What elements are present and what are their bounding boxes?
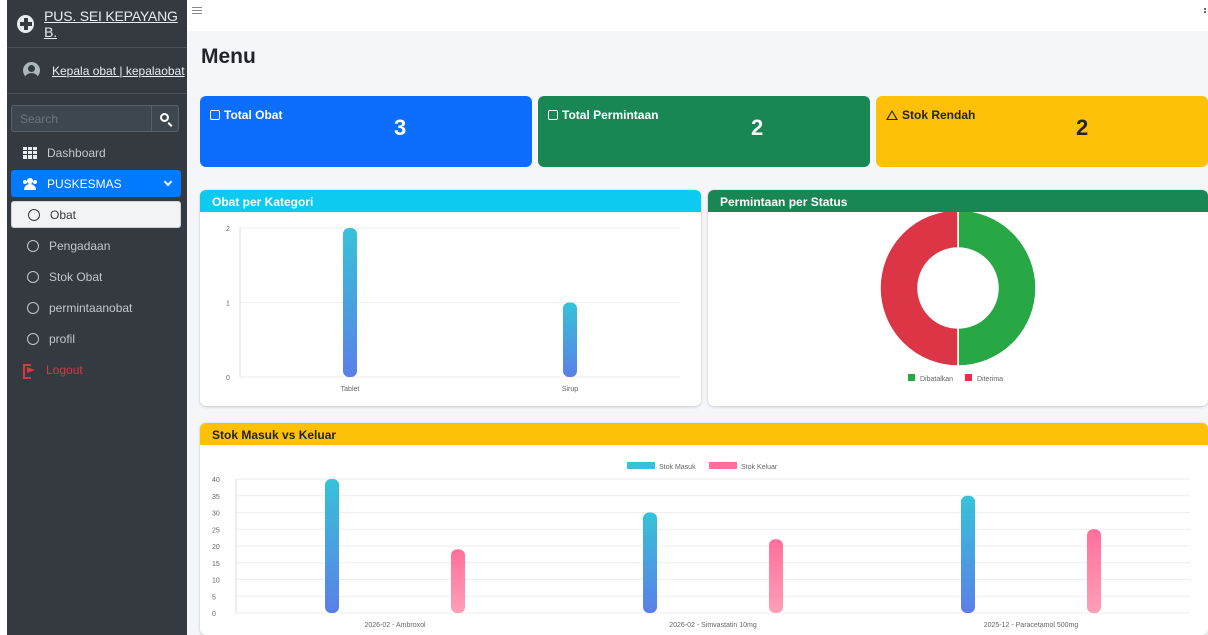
- y-tick-label: 1: [226, 301, 230, 308]
- bar: [1087, 529, 1101, 613]
- sidebar-nav: Dashboard PUSKESMAS Obat Pengadaan Stok …: [11, 139, 181, 387]
- more-options-icon[interactable]: [1204, 8, 1206, 10]
- stat-value: 2: [1076, 115, 1089, 140]
- legend-label: Stok Masuk: [659, 464, 696, 471]
- sidebar-item-permintaanobat[interactable]: permintaanobat: [11, 294, 181, 321]
- legend-swatch: [627, 462, 655, 469]
- sidebar-item-label: PUSKESMAS: [47, 176, 122, 191]
- y-tick-label: 0: [212, 611, 216, 618]
- sidebar-item-label: Logout: [46, 362, 83, 377]
- user-name: Kepala obat | kepalaobat: [52, 63, 185, 78]
- sidebar-item-puskesmas[interactable]: PUSKESMAS: [11, 170, 181, 197]
- y-tick-label: 40: [212, 477, 220, 484]
- stat-label: Total Permintaan: [562, 108, 659, 122]
- clipboard-icon: [548, 110, 558, 120]
- sidebar-item-label: Dashboard: [47, 145, 106, 160]
- y-tick-label: 25: [212, 527, 220, 534]
- y-tick-label: 10: [212, 578, 220, 585]
- sidebar-item-profil[interactable]: profil: [11, 325, 181, 352]
- card-title: Stok Masuk vs Keluar: [200, 423, 1208, 445]
- x-tick-label: Sirup: [562, 386, 578, 393]
- x-tick-label: Tablet: [341, 386, 360, 393]
- sidebar-item-label: Obat: [50, 207, 77, 222]
- sidebar-item-label: permintaanobat: [49, 300, 133, 315]
- y-tick-label: 20: [212, 544, 220, 551]
- doughnut-slice: [957, 212, 1037, 367]
- sidebar-item-pengadaan[interactable]: Pengadaan: [11, 232, 181, 259]
- stat-stok-rendah: Stok Rendah 2: [876, 96, 1208, 167]
- sidebar-item-logout[interactable]: Logout: [11, 356, 181, 383]
- legend-swatch: [965, 374, 972, 381]
- bar: [563, 302, 577, 377]
- bar: [451, 549, 465, 613]
- search-icon: [160, 113, 169, 122]
- stat-total-permintaan: Total Permintaan 2: [538, 96, 870, 167]
- sidebar-item-label: Pengadaan: [49, 238, 111, 253]
- legend-label: Stok Keluar: [741, 464, 778, 471]
- logout-icon: [23, 364, 36, 379]
- sidebar-search: Search: [11, 105, 179, 132]
- sidebar-item-dashboard[interactable]: Dashboard: [11, 139, 181, 166]
- sidebar-item-stok-obat[interactable]: Stok Obat: [11, 263, 181, 290]
- y-tick-label: 0: [226, 375, 230, 382]
- stat-label: Total Obat: [224, 108, 283, 122]
- brand-name: PUS. SEI KEPAYANG B.: [44, 7, 178, 40]
- stat-label: Stok Rendah: [902, 108, 976, 122]
- legend-label: Dibatalkan: [920, 376, 953, 383]
- sidebar: PUS. SEI KEPAYANG B. Kepala obat | kepal…: [7, 0, 187, 635]
- main-content: Menu Total Obat 3 Total Permintaan 2 Sto…: [187, 31, 1208, 635]
- legend-swatch: [908, 374, 915, 381]
- x-tick-label: 2026-02 - Simvastatin 10mg: [669, 622, 757, 629]
- doughnut-chart-permintaan-status: Dibatalkan Diterima: [879, 212, 1037, 383]
- user-panel[interactable]: Kepala obat | kepalaobat: [7, 48, 187, 94]
- chart-card-permintaan-status: Permintaan per Status Dibatalkan Diterima: [708, 190, 1208, 406]
- bar-chart-stok: 0 5 10 15 20 25 30 35 40 Stok Masuk Stok Keluar 202…: [212, 462, 1190, 629]
- y-tick-label: 2: [226, 226, 230, 233]
- y-tick-label: 30: [212, 511, 220, 518]
- users-icon: [23, 177, 37, 190]
- card-title: Obat per Kategori: [200, 190, 701, 212]
- bar: [643, 512, 657, 613]
- y-tick-label: 35: [212, 494, 220, 501]
- card-title: Permintaan per Status: [708, 190, 1208, 212]
- sidebar-item-obat[interactable]: Obat: [11, 201, 181, 228]
- x-tick-label: 2026-02 - Ambroxol: [364, 622, 426, 629]
- doughnut-slice: [879, 212, 959, 367]
- x-tick-label: 2025-12 - Paracetamol 500mg: [984, 622, 1079, 629]
- y-tick-label: 15: [212, 561, 220, 568]
- page-title: Menu: [201, 45, 256, 68]
- circle-icon: [27, 239, 39, 252]
- chart-card-obat-kategori: Obat per Kategori 0 1 2 Tablet Sirup: [200, 190, 701, 406]
- legend-label: Diterima: [977, 376, 1003, 383]
- circle-icon: [27, 301, 39, 314]
- bar: [325, 479, 339, 613]
- search-button[interactable]: [151, 105, 179, 132]
- chart-card-stok: Stok Masuk vs Keluar 0 5 10 15 20 25 30 35 40 Sto…: [200, 423, 1208, 635]
- bar-chart-obat-kategori: 0 1 2 Tablet Sirup: [226, 226, 680, 393]
- grid-icon: [23, 146, 37, 159]
- stat-value: 2: [751, 115, 764, 140]
- circle-icon: [27, 332, 39, 345]
- chevron-down-icon: [163, 177, 173, 187]
- sidebar-item-label: profil: [49, 331, 76, 346]
- menu-toggle-icon[interactable]: [192, 7, 202, 14]
- stat-value: 3: [394, 115, 407, 140]
- bar: [343, 228, 357, 377]
- legend-swatch: [709, 462, 737, 469]
- plus-circle-icon: [17, 14, 35, 33]
- circle-icon: [28, 208, 40, 221]
- bar: [769, 539, 783, 613]
- warning-icon: [886, 110, 898, 120]
- brand-link[interactable]: PUS. SEI KEPAYANG B.: [7, 0, 187, 48]
- bar: [961, 495, 975, 613]
- y-tick-label: 5: [212, 594, 216, 601]
- search-input[interactable]: Search: [11, 105, 151, 132]
- sidebar-item-label: Stok Obat: [49, 269, 103, 284]
- user-icon: [23, 62, 40, 79]
- circle-icon: [27, 270, 39, 283]
- pill-icon: [210, 110, 220, 120]
- stat-total-obat: Total Obat 3: [200, 96, 532, 167]
